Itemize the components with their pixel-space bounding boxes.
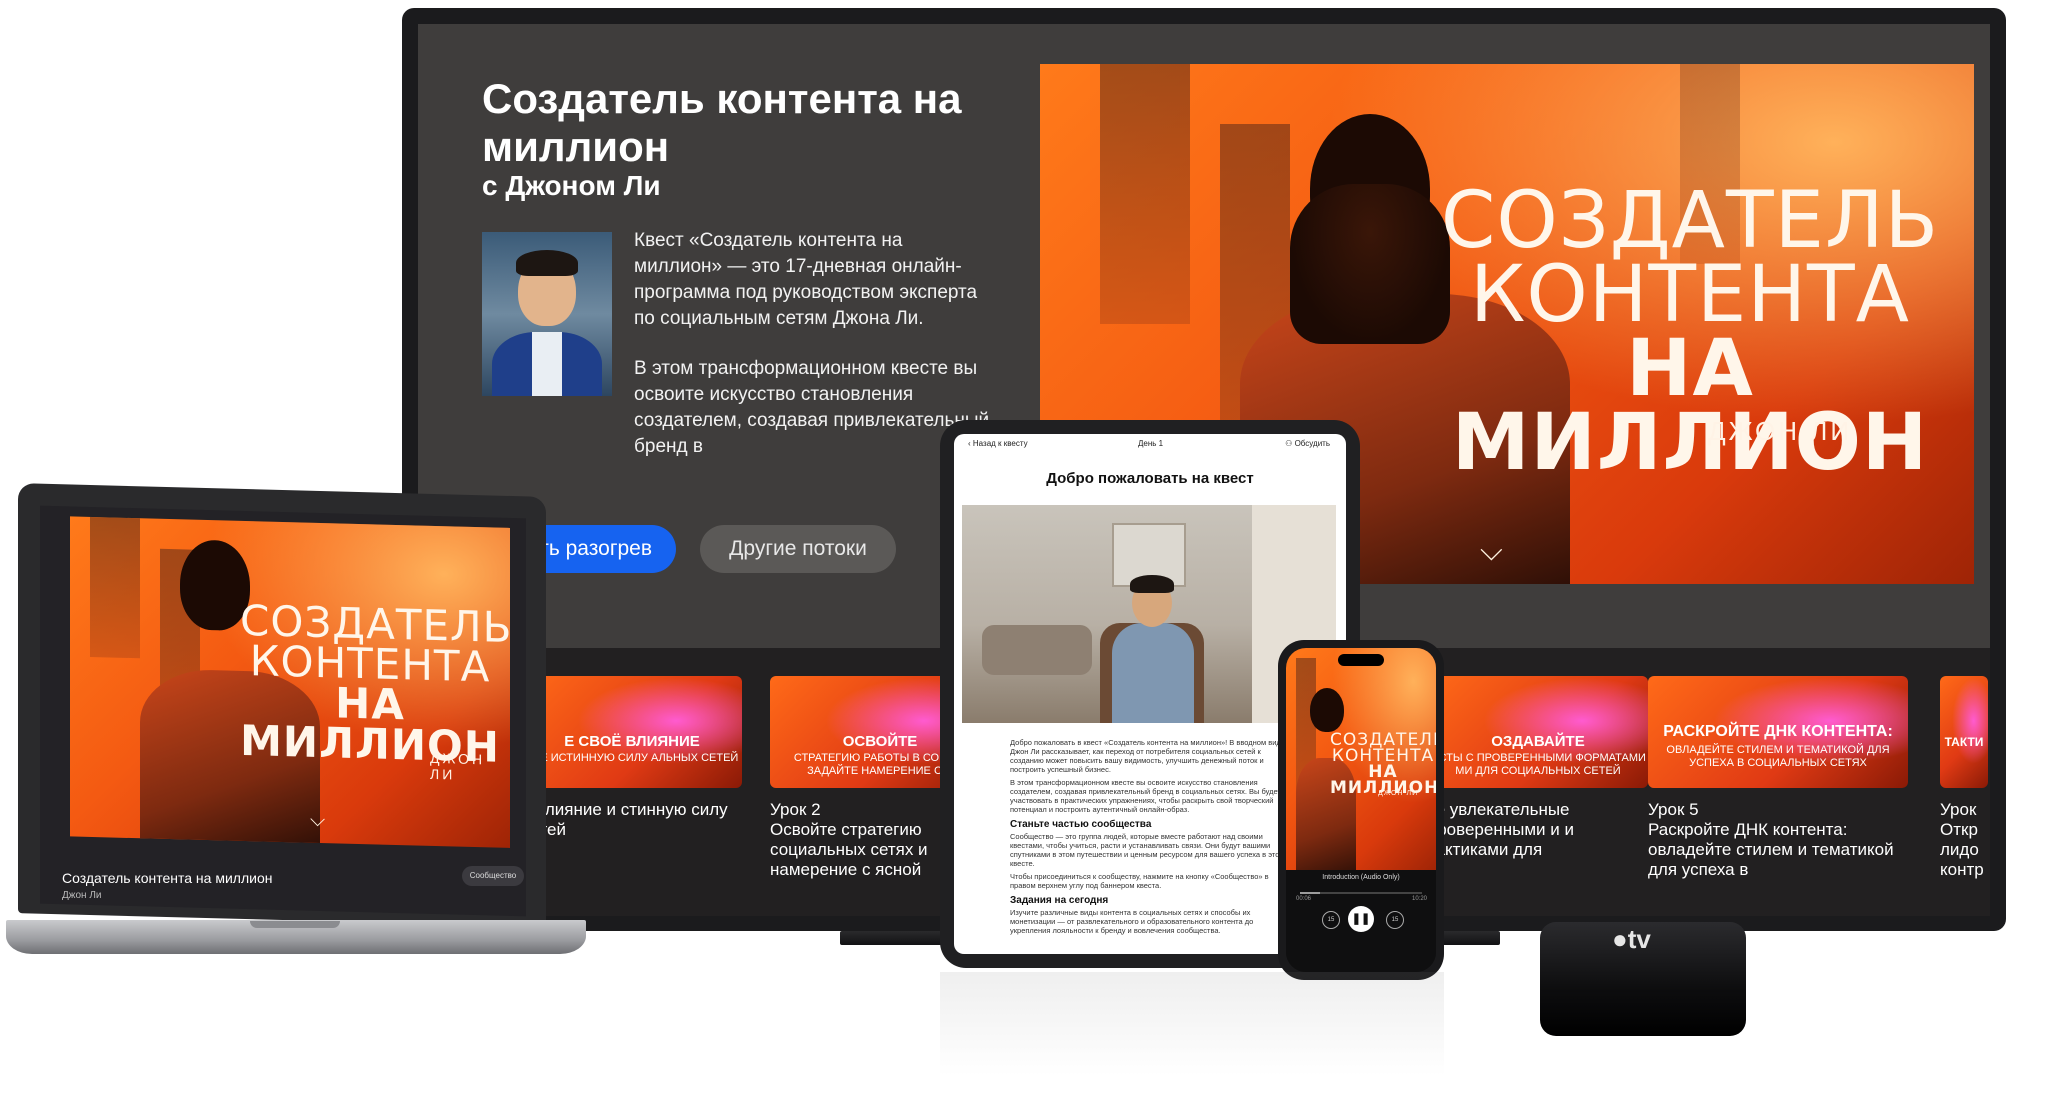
lesson-card[interactable]: ОЗДАВАЙТЕ ОСТЫ С ПРОВЕРЕННЫМИ ФОРМАТАМИ … <box>1428 676 1648 860</box>
lesson-name: те увлекательные проверенными и и тактик… <box>1428 800 1574 859</box>
description-paragraph-1: Квест «Создатель контента на миллион» — … <box>634 230 978 329</box>
discuss-link[interactable]: ⚇ Обсудить <box>1285 439 1330 448</box>
other-streams-button[interactable]: Другие потоки <box>700 525 896 573</box>
time-total: 10:20 <box>1412 896 1428 902</box>
lesson-name: е влияние и стинную силу сетей <box>522 800 728 839</box>
apple-icon: ● <box>1612 924 1628 954</box>
brand-chevron-icon: ⌵ <box>1480 534 1503 567</box>
people-icon: ⚇ <box>1285 439 1295 448</box>
community-button[interactable]: Сообщество <box>462 866 524 886</box>
back-to-quest-link[interactable]: ‹ Назад к квесту <box>968 439 1028 448</box>
lesson-thumb: РАСКРОЙТЕ ДНК КОНТЕНТА: ОВЛАДЕЙТЕ СТИЛЕМ… <box>1648 676 1908 788</box>
course-title: Создатель контента на миллион <box>482 75 962 170</box>
tablet-nav: ‹ Назад к квесту День 1 ⚇ Обсудить <box>954 434 1346 456</box>
lesson-number: Урок 5 <box>1648 800 1699 819</box>
lesson-text: Добро пожаловать в квест «Создатель конт… <box>1010 738 1292 939</box>
brand-chevron-icon: ⌵ <box>310 808 326 832</box>
time-elapsed: 00:06 <box>1296 896 1312 902</box>
rewind-15-icon[interactable]: 15 <box>1322 911 1340 929</box>
laptop-poster[interactable]: СОЗДАТЕЛЬ КОНТЕНТА НА МИЛЛИОН ДЖОН ЛИ ⌵ <box>70 516 510 848</box>
community-heading: Станьте частью сообщества <box>1010 819 1152 830</box>
welcome-heading: Добро пожаловать на квест <box>1046 470 1254 487</box>
lesson-card[interactable]: ТАКТИ Урок Откр лидо контр <box>1940 676 1988 880</box>
tasks-heading: Задания на сегодня <box>1010 895 1109 906</box>
poster-title: СОЗДАТЕЛЬ КОНТЕНТА НА МИЛЛИОН <box>1440 176 1940 489</box>
progress-fill <box>1300 892 1320 894</box>
lesson-number: Урок <box>1940 800 1977 819</box>
lesson-name: Откр лидо контр <box>1940 820 1984 879</box>
author-photo <box>482 232 612 396</box>
lesson-thumb: Е СВОЁ ВЛИЯНИЕ ЙТЕ ИСТИННУЮ СИЛУ АЛЬНЫХ … <box>522 676 742 788</box>
pause-button[interactable]: ❚❚ <box>1348 906 1374 932</box>
laptop-screen: СОЗДАТЕЛЬ КОНТЕНТА НА МИЛЛИОН ДЖОН ЛИ ⌵ <box>40 505 526 917</box>
forward-15-icon[interactable]: 15 <box>1386 911 1404 929</box>
course-author: с Джоном Ли <box>482 170 661 201</box>
track-title: Introduction (Audio Only) <box>1322 874 1400 881</box>
dynamic-island <box>1338 654 1384 666</box>
lesson-card[interactable]: Е СВОЁ ВЛИЯНИЕ ЙТЕ ИСТИННУЮ СИЛУ АЛЬНЫХ … <box>522 676 742 840</box>
poster-author: ДЖОН ЛИ <box>1708 416 1853 446</box>
lesson-thumb: ОЗДАВАЙТЕ ОСТЫ С ПРОВЕРЕННЫМИ ФОРМАТАМИ … <box>1428 676 1648 788</box>
lesson-thumb: ТАКТИ <box>1940 676 1988 788</box>
lesson-card[interactable]: РАСКРОЙТЕ ДНК КОНТЕНТА: ОВЛАДЕЙТЕ СТИЛЕМ… <box>1648 676 1908 880</box>
phone-poster[interactable]: СОЗДАТЕЛЬ КОНТЕНТА НА МИЛЛИОН ДЖОН ЛИ <box>1286 648 1436 872</box>
laptop-notch <box>250 921 340 928</box>
device-reflection <box>940 972 1444 1102</box>
day-label: День 1 <box>1138 439 1164 448</box>
laptop-course-title: Создатель контента на миллион <box>62 870 273 886</box>
lesson-name: Раскройте ДНК контента: овладейте стилем… <box>1648 820 1894 879</box>
laptop-course-author: Джон Ли <box>62 890 102 901</box>
apple-tv-logo: ●tv <box>1612 924 1651 954</box>
